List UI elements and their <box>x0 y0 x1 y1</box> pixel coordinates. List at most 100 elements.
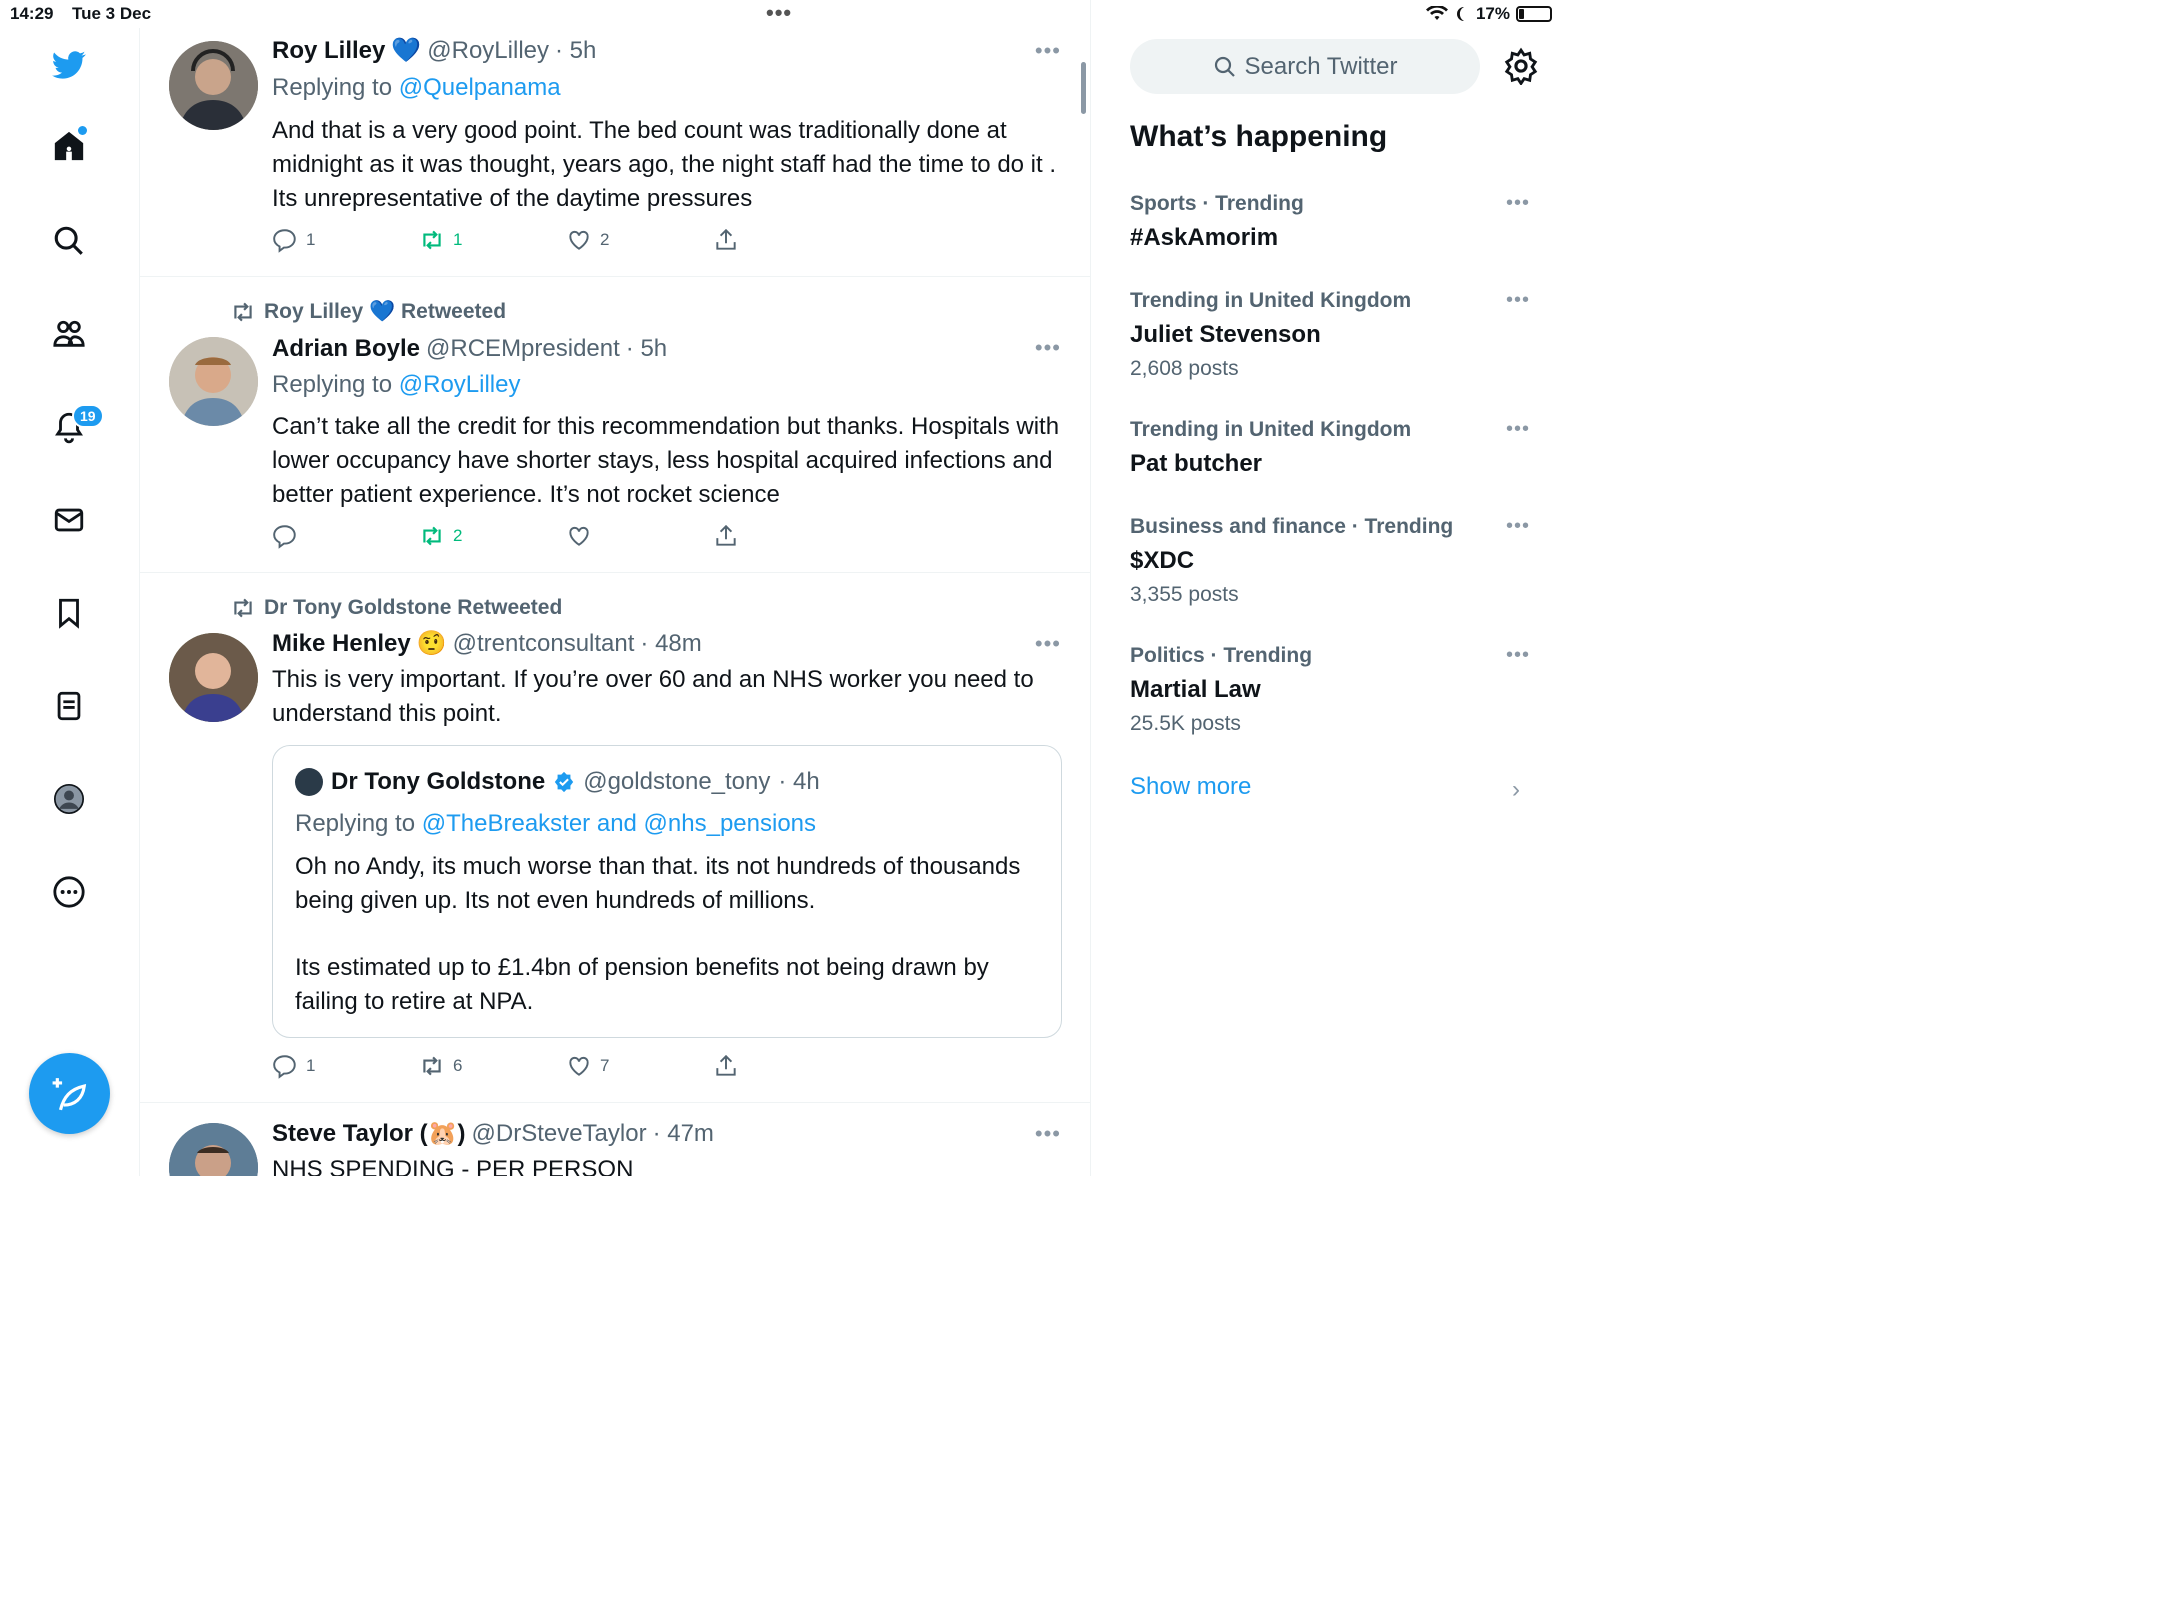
trend-item[interactable]: Trending in United Kingdom Pat butcher <box>1130 418 1530 478</box>
trend-category: Trending in United Kingdom <box>1130 418 1412 441</box>
avatar[interactable] <box>169 1123 258 1176</box>
display-name[interactable]: Mike Henley <box>272 630 411 658</box>
trend-item[interactable]: Politics · Trending Martial Law 25.5K po… <box>1130 644 1530 736</box>
messages-mail-icon[interactable] <box>46 497 92 543</box>
right-column: Search Twitter What’s happening Sports ·… <box>1092 0 1564 1176</box>
tweet-more-icon[interactable]: ••• <box>1035 335 1061 361</box>
trend-category: Sports · Trending <box>1130 192 1304 215</box>
replying-label: Replying to <box>272 371 393 398</box>
tweet-actions: 1 6 7 <box>272 1053 860 1079</box>
retweet-icon <box>423 230 441 250</box>
share-button[interactable] <box>713 227 860 253</box>
tweet-more-icon[interactable]: ••• <box>1035 38 1061 64</box>
trend-post-count: 25.5K posts <box>1130 712 1241 735</box>
like-button[interactable]: 2 <box>566 227 713 253</box>
reply-count: 1 <box>306 1056 316 1075</box>
reply-icon <box>273 229 296 253</box>
trend-name: Martial Law <box>1130 676 1261 703</box>
retweeted-by-label[interactable]: Dr Tony Goldstone Retweeted <box>264 596 562 620</box>
trend-more-icon[interactable]: ••• <box>1506 418 1530 441</box>
avatar[interactable] <box>169 41 258 130</box>
home-unread-dot <box>78 126 87 135</box>
retweeted-by-label[interactable]: Roy Lilley 💙 Retweeted <box>264 300 506 324</box>
reply-button[interactable]: 1 <box>272 1053 419 1079</box>
feed-scrollbar[interactable] <box>1081 62 1086 114</box>
communities-icon[interactable] <box>46 311 92 357</box>
tweet-more-icon[interactable]: ••• <box>1035 1121 1061 1147</box>
lists-icon[interactable] <box>46 683 92 729</box>
settings-gear-icon[interactable] <box>1502 47 1540 85</box>
search-input[interactable]: Search Twitter <box>1130 39 1480 94</box>
search-placeholder: Search Twitter <box>1244 52 1398 80</box>
trend-item[interactable]: Trending in United Kingdom Juliet Steven… <box>1130 289 1530 381</box>
show-more-link[interactable]: Show more <box>1130 773 1251 801</box>
quoted-paragraph: Oh no Andy, its much worse than that. it… <box>295 853 1021 914</box>
status-time: 14:29 <box>10 4 54 23</box>
tweet[interactable]: Dr Tony Goldstone Retweeted Mike Henley … <box>140 573 1090 1103</box>
replying-label: Replying to <box>272 74 393 101</box>
handle[interactable]: @RCEMpresident <box>426 335 620 363</box>
avatar[interactable] <box>169 633 258 722</box>
tweet-more-icon[interactable]: ••• <box>1035 631 1061 657</box>
quoted-timestamp: · 4h <box>778 768 820 795</box>
handle[interactable]: @DrSteveTaylor <box>472 1120 647 1148</box>
left-sidebar: 19 <box>0 28 140 1176</box>
timestamp[interactable]: · 5h <box>555 37 596 65</box>
handle[interactable]: @trentconsultant <box>453 630 635 658</box>
explore-search-icon[interactable] <box>46 218 92 264</box>
tweet-actions: 1 1 2 <box>272 227 860 253</box>
handle[interactable]: @RoyLilley <box>427 37 549 65</box>
timestamp[interactable]: · 5h <box>626 335 667 363</box>
tweet-header: Roy Lilley 💙 @RoyLilley · 5h <box>272 36 596 65</box>
tweet[interactable]: Roy Lilley 💙 @RoyLilley · 5h ••• Replyin… <box>140 0 1090 277</box>
retweet-button[interactable]: 6 <box>419 1053 566 1079</box>
tweet[interactable]: Roy Lilley 💙 Retweeted Adrian Boyle @RCE… <box>140 277 1090 573</box>
display-name[interactable]: Roy Lilley <box>272 37 385 65</box>
more-options-icon[interactable] <box>46 869 92 915</box>
compose-tweet-button[interactable] <box>29 1053 110 1134</box>
trend-item[interactable]: Sports · Trending #AskAmorim <box>1130 192 1530 252</box>
chevron-right-icon[interactable]: › <box>1512 776 1520 804</box>
like-count: 2 <box>600 230 610 249</box>
display-name[interactable]: Adrian Boyle <box>272 335 420 363</box>
tweet[interactable]: Steve Taylor (🐹) @DrSteveTaylor · 47m ••… <box>140 1103 1090 1176</box>
retweet-button[interactable]: 1 <box>419 227 566 253</box>
reply-to-link[interactable]: @TheBreakster and @nhs_pensions <box>422 810 816 837</box>
trend-more-icon[interactable]: ••• <box>1506 644 1530 667</box>
like-button[interactable] <box>566 523 713 549</box>
display-name[interactable]: Steve Taylor (🐹) <box>272 1119 466 1148</box>
reply-to-link[interactable]: @Quelpanama <box>399 74 561 101</box>
profile-avatar-icon[interactable] <box>46 776 92 822</box>
retweet-icon <box>234 598 252 618</box>
trend-item[interactable]: Business and finance · Trending $XDC 3,3… <box>1130 515 1530 607</box>
trend-more-icon[interactable]: ••• <box>1506 289 1530 312</box>
like-count: 7 <box>600 1056 610 1075</box>
feather-plus-icon <box>52 1077 86 1110</box>
twitter-logo-icon[interactable] <box>46 42 92 88</box>
tweet-header: Steve Taylor (🐹) @DrSteveTaylor · 47m <box>272 1119 714 1148</box>
reply-to-link[interactable]: @RoyLilley <box>399 371 521 398</box>
retweet-button[interactable]: 2 <box>419 523 566 549</box>
like-button[interactable]: 7 <box>566 1053 713 1079</box>
trend-more-icon[interactable]: ••• <box>1506 515 1530 538</box>
share-icon <box>716 228 736 250</box>
share-button[interactable] <box>713 523 860 549</box>
verified-badge-icon <box>555 771 574 793</box>
search-icon <box>1214 56 1235 77</box>
quoted-paragraph: Its estimated up to £1.4bn of pension be… <box>295 954 989 1015</box>
reply-button[interactable] <box>272 523 419 549</box>
trend-category: Business and finance · Trending <box>1130 515 1454 538</box>
reply-button[interactable]: 1 <box>272 227 419 253</box>
share-button[interactable] <box>713 1053 860 1079</box>
timestamp[interactable]: · 47m <box>653 1120 714 1148</box>
blue-heart-emoji: 💙 <box>391 37 422 64</box>
bookmarks-icon[interactable] <box>46 590 92 636</box>
tweet-text: NHS SPENDING - PER PERSON <box>272 1156 634 1176</box>
trend-more-icon[interactable]: ••• <box>1506 192 1530 215</box>
quoted-tweet[interactable]: Dr Tony Goldstone @goldstone_tony · 4h R… <box>272 745 1062 1038</box>
tweet-text: This is very important. If you’re over 6… <box>272 666 1034 727</box>
whats-happening-title: What’s happening <box>1130 120 1388 153</box>
timestamp[interactable]: · 48m <box>640 630 701 658</box>
avatar[interactable] <box>169 337 258 426</box>
heart-icon <box>569 230 589 250</box>
